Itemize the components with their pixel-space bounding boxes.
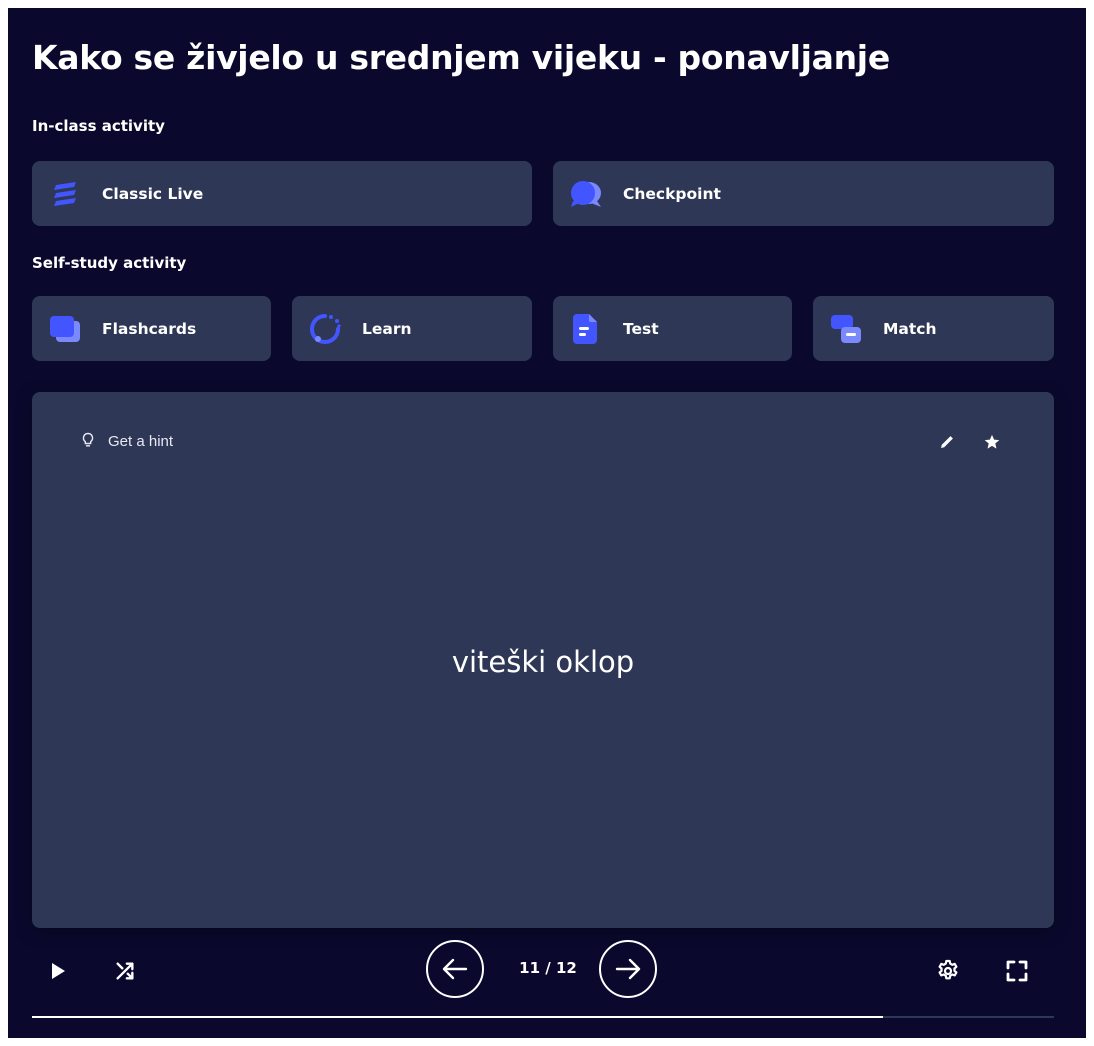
test-button[interactable]: Test [553,296,792,361]
card-counter: 11 / 12 [519,959,577,977]
checkpoint-icon [569,177,603,211]
play-button[interactable] [46,959,70,983]
flashcards-icon [48,312,82,346]
test-icon [569,312,603,346]
hint-label: Get a hint [108,432,174,450]
edit-button[interactable] [937,432,957,452]
arrow-left-icon [442,958,468,980]
card-term: viteški oklop [451,645,635,679]
flashcard[interactable]: Get a hint viteški oklop [32,392,1054,928]
self-study-activity-heading: Self-study activity [32,254,187,272]
match-button[interactable]: Match [813,296,1054,361]
checkpoint-button[interactable]: Checkpoint [553,161,1054,226]
star-button[interactable] [982,432,1002,452]
get-a-hint-button[interactable]: Get a hint [82,432,173,450]
fullscreen-icon [1006,960,1028,982]
test-label: Test [623,319,659,338]
shuffle-icon [114,960,136,982]
previous-card-button[interactable] [426,940,484,998]
play-icon [50,962,66,980]
arrow-right-icon [615,958,641,980]
next-card-button[interactable] [599,940,657,998]
shuffle-button[interactable] [112,958,138,984]
match-icon [829,312,863,346]
progress-bar [32,1016,1054,1018]
progress-fill [32,1016,884,1018]
match-label: Match [883,319,937,338]
flashcards-button[interactable]: Flashcards [32,296,271,361]
lightbulb-icon [82,432,98,450]
classic-live-label: Classic Live [102,184,204,203]
classic-live-button[interactable]: Classic Live [32,161,532,226]
flashcard-set-page: Kako se živjelo u srednjem vijeku - pona… [8,8,1086,1038]
learn-label: Learn [362,319,412,338]
classic-live-icon [48,177,82,211]
star-icon [983,433,1001,451]
page-title: Kako se živjelo u srednjem vijeku - pona… [32,38,890,77]
gear-icon [936,959,960,983]
fullscreen-button[interactable] [1004,958,1030,984]
settings-button[interactable] [935,958,961,984]
in-class-activity-heading: In-class activity [32,117,165,135]
learn-button[interactable]: Learn [292,296,532,361]
checkpoint-label: Checkpoint [623,184,721,203]
pencil-icon [938,433,956,451]
learn-icon [308,312,342,346]
flashcards-label: Flashcards [102,319,197,338]
